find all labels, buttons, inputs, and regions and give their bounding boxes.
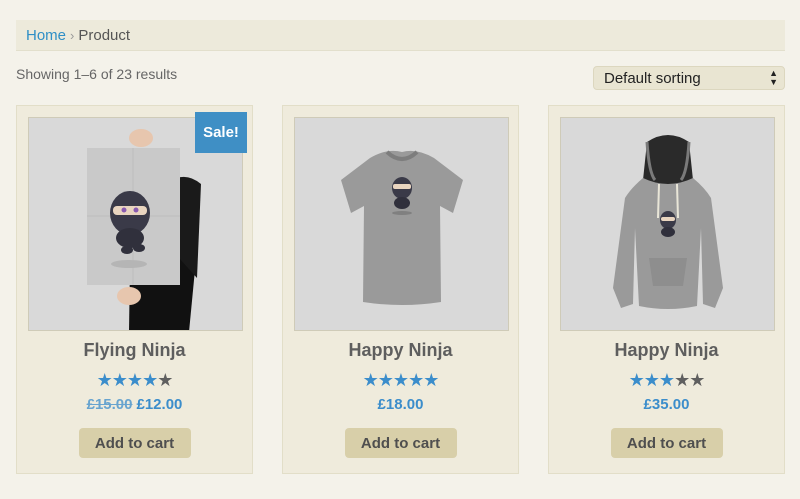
sale-badge: Sale! [195, 112, 247, 153]
star-icon: ★ [111, 370, 128, 390]
product-card: Happy Ninja ★★★★★ £35.00 Add to cart [548, 105, 785, 474]
star-rating: ★★★★★ [283, 370, 518, 391]
breadcrumb-home-link[interactable]: Home [26, 27, 66, 44]
star-icon: ★ [157, 370, 173, 390]
star-icon: ★ [362, 370, 379, 390]
star-icon: ★ [689, 370, 705, 390]
breadcrumb-separator: › [70, 27, 75, 43]
star-icon: ★ [643, 370, 660, 390]
star-rating: ★★★★★ [549, 370, 784, 391]
star-icon: ★ [628, 370, 645, 390]
add-to-cart-button[interactable]: Add to cart [610, 428, 723, 458]
star-icon: ★ [658, 370, 675, 390]
product-price: £35.00 [549, 396, 784, 413]
product-card: Happy Ninja ★★★★★ £18.00 Add to cart [282, 105, 519, 474]
current-price: £18.00 [377, 396, 424, 413]
result-count: Showing 1–6 of 23 results [16, 66, 178, 82]
ninja-hoodie-image [561, 118, 774, 330]
select-arrows-icon: ▲ ▼ [769, 68, 778, 87]
product-title[interactable]: Happy Ninja [283, 340, 518, 361]
product-image[interactable] [560, 117, 775, 331]
current-price: £35.00 [643, 396, 690, 413]
add-to-cart-button[interactable]: Add to cart [78, 428, 191, 458]
product-title[interactable]: Happy Ninja [549, 340, 784, 361]
product-price: £15.00 £12.00 [17, 396, 252, 413]
product-price: £18.00 [283, 396, 518, 413]
breadcrumb: Home › Product [16, 20, 785, 51]
sorting-selected-value: Default sorting [604, 69, 701, 87]
product-title[interactable]: Flying Ninja [17, 340, 252, 361]
breadcrumb-current: Product [78, 26, 131, 44]
current-price: £12.00 [136, 396, 183, 413]
star-icon: ★ [142, 370, 158, 390]
star-icon: ★ [126, 370, 143, 390]
product-card: Sale! Flying Ninja ★★★★★ £15.00 £12.00 Ad… [16, 105, 253, 474]
star-icon: ★ [423, 370, 439, 390]
old-price: £15.00 [86, 396, 133, 413]
ninja-tshirt-image [295, 118, 508, 330]
star-icon: ★ [392, 370, 409, 390]
star-icon: ★ [96, 370, 113, 390]
sorting-select[interactable]: Default sorting ▲ ▼ [593, 66, 785, 90]
add-to-cart-button[interactable]: Add to cart [344, 428, 457, 458]
star-icon: ★ [408, 370, 424, 390]
star-rating: ★★★★★ [17, 370, 252, 391]
star-icon: ★ [674, 370, 690, 390]
product-image[interactable] [294, 117, 509, 331]
star-icon: ★ [377, 370, 394, 390]
